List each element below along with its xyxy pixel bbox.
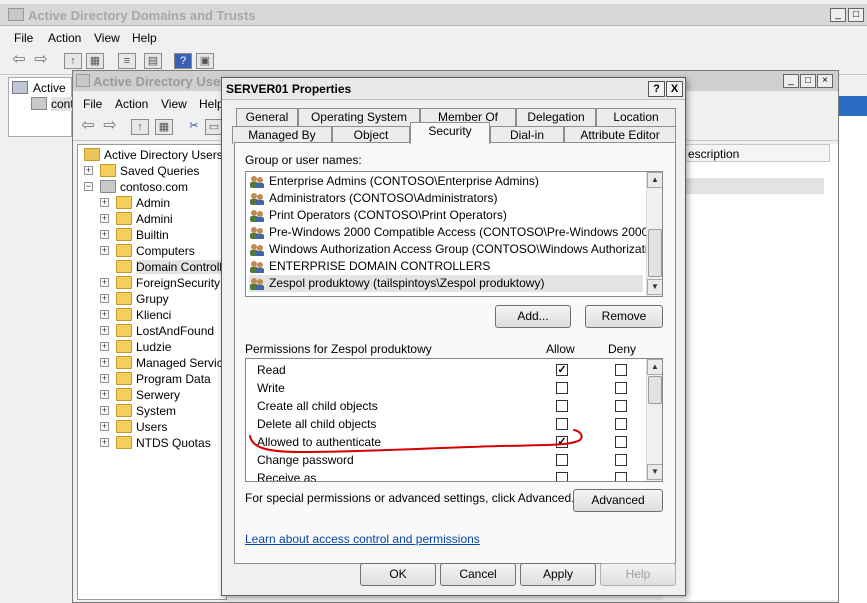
red-underline-annotation [249,429,583,454]
red-annotation-overlay [249,429,583,454]
tab-security[interactable]: Security [410,122,490,144]
